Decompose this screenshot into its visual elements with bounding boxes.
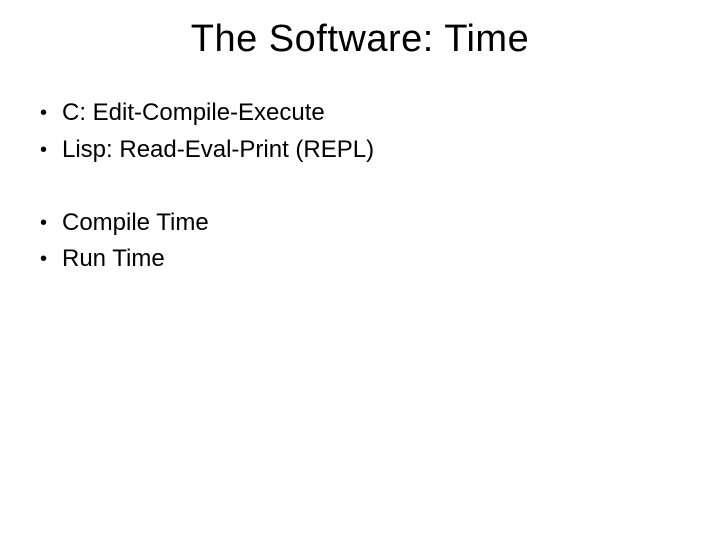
group-spacer xyxy=(36,170,684,206)
slide: The Software: Time C: Edit-Compile-Execu… xyxy=(0,0,720,540)
slide-title: The Software: Time xyxy=(0,18,720,61)
list-item: Run Time xyxy=(36,242,684,277)
list-item: Compile Time xyxy=(36,206,684,241)
bullet-group-1: C: Edit-Compile-Execute Lisp: Read-Eval-… xyxy=(36,96,684,168)
list-item: Lisp: Read-Eval-Print (REPL) xyxy=(36,133,684,168)
slide-body: C: Edit-Compile-Execute Lisp: Read-Eval-… xyxy=(36,96,684,279)
bullet-group-2: Compile Time Run Time xyxy=(36,206,684,278)
list-item: C: Edit-Compile-Execute xyxy=(36,96,684,131)
